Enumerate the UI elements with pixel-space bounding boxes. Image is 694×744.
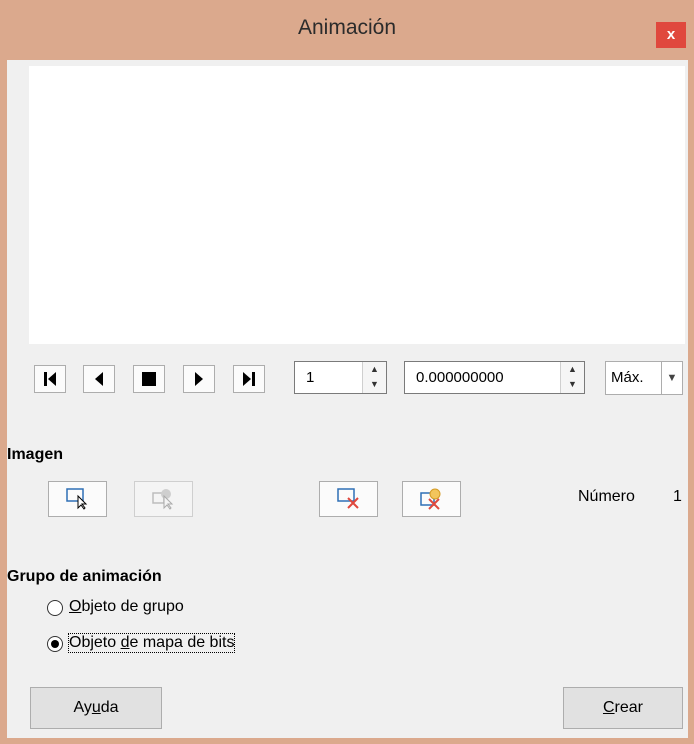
number-value: 1 bbox=[673, 488, 682, 505]
spin-down-icon[interactable]: ▼ bbox=[561, 377, 584, 392]
duration-stepper[interactable]: ▲ ▼ bbox=[560, 362, 584, 393]
apply-objects-individually-icon bbox=[152, 489, 174, 510]
apply-object-button[interactable] bbox=[48, 481, 107, 517]
animation-dialog: Animación x 1 ▲ ▼ 0.000000000 ▲ ▼ Máx. ▼… bbox=[0, 0, 694, 744]
stop-button[interactable] bbox=[133, 365, 165, 393]
image-heading: Imagen bbox=[7, 446, 64, 463]
number-label: Número bbox=[578, 488, 635, 505]
loop-count-value: Máx. bbox=[611, 369, 644, 386]
stop-icon bbox=[142, 372, 156, 386]
group-object-label[interactable]: Objeto de grupo bbox=[69, 598, 184, 616]
create-button[interactable]: Crear bbox=[563, 687, 683, 729]
close-button[interactable]: x bbox=[656, 22, 686, 48]
play-icon bbox=[195, 372, 203, 386]
dialog-body: 1 ▲ ▼ 0.000000000 ▲ ▼ Máx. ▼ Imagen Núme… bbox=[7, 60, 688, 738]
frame-number-stepper[interactable]: ▲ ▼ bbox=[362, 362, 386, 393]
spin-down-icon[interactable]: ▼ bbox=[363, 377, 386, 392]
duration-spinbox[interactable]: 0.000000000 ▲ ▼ bbox=[404, 361, 585, 394]
frame-number-spinbox[interactable]: 1 ▲ ▼ bbox=[294, 361, 387, 394]
animation-group-heading: Grupo de animación bbox=[7, 568, 162, 585]
delete-all-images-button[interactable] bbox=[402, 481, 461, 517]
animation-preview bbox=[29, 66, 685, 344]
delete-all-images-icon bbox=[420, 488, 441, 510]
delete-current-image-button[interactable] bbox=[319, 481, 378, 517]
help-button[interactable]: Ayuda bbox=[30, 687, 162, 729]
title-bar[interactable]: Animación x bbox=[0, 0, 694, 62]
duration-value: 0.000000000 bbox=[416, 369, 504, 386]
delete-current-image-icon bbox=[337, 488, 359, 509]
apply-objects-individually-button[interactable] bbox=[134, 481, 193, 517]
first-frame-button[interactable] bbox=[34, 365, 66, 393]
group-object-radio[interactable] bbox=[47, 600, 63, 616]
spin-up-icon[interactable]: ▲ bbox=[561, 362, 584, 377]
spin-up-icon[interactable]: ▲ bbox=[363, 362, 386, 377]
skip-first-icon bbox=[44, 372, 56, 386]
frame-number-value: 1 bbox=[306, 369, 315, 386]
bitmap-object-label[interactable]: Objeto de mapa de bits bbox=[67, 633, 236, 653]
last-frame-button[interactable] bbox=[233, 365, 265, 393]
apply-object-icon bbox=[66, 488, 88, 510]
loop-count-select[interactable]: Máx. ▼ bbox=[605, 361, 683, 395]
chevron-down-icon[interactable]: ▼ bbox=[661, 362, 682, 394]
skip-last-icon bbox=[243, 372, 255, 386]
play-backward-icon bbox=[95, 372, 103, 386]
bitmap-object-radio[interactable] bbox=[47, 636, 63, 652]
backward-button[interactable] bbox=[83, 365, 115, 393]
play-button[interactable] bbox=[183, 365, 215, 393]
window-title: Animación bbox=[297, 16, 397, 39]
